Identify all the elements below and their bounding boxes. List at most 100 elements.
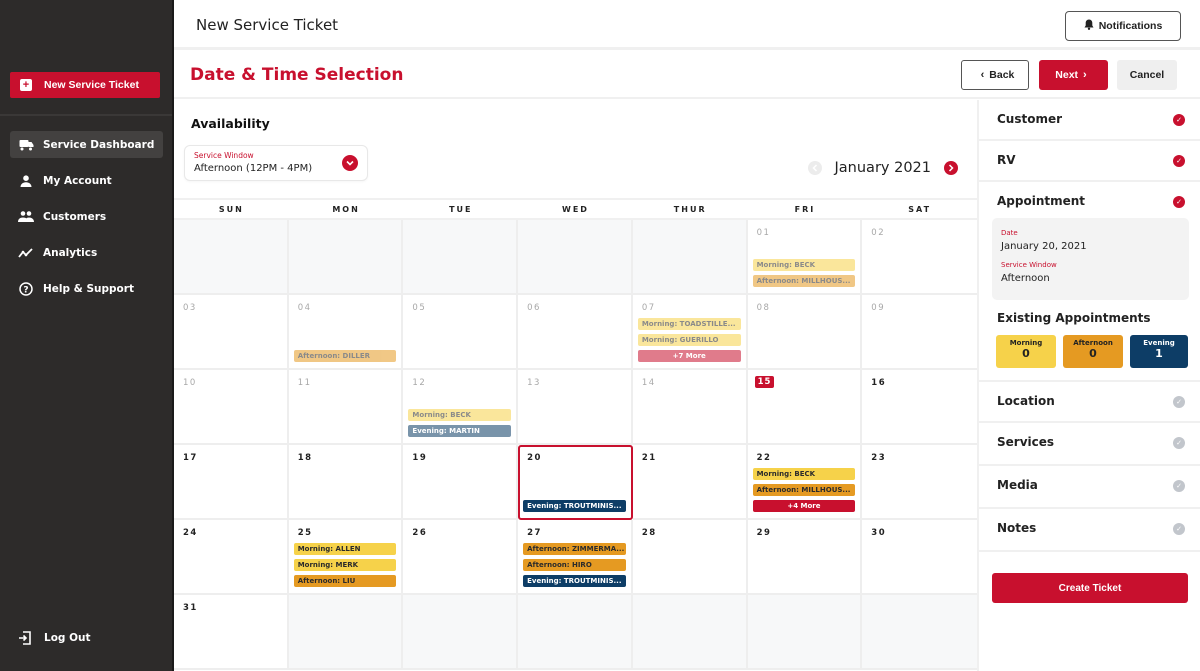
today-badge: 15 <box>754 376 775 388</box>
day-events: Evening: TROUTMINIS... <box>523 500 626 512</box>
section-title: Customer <box>997 112 1063 126</box>
calendar-day[interactable]: 15 <box>747 370 863 445</box>
calendar-day[interactable]: 09 <box>862 295 977 370</box>
event-chip[interactable]: Afternoon: LIU <box>293 575 397 587</box>
morning-label: Morning <box>1009 339 1043 347</box>
back-button[interactable]: ‹ Back <box>961 60 1029 90</box>
month-label: January 2021 <box>834 160 931 176</box>
calendar-day[interactable]: 10 <box>174 370 289 445</box>
calendar-day[interactable]: 13 <box>518 370 633 445</box>
calendar-day[interactable]: 07 Morning: TOADSTILLE... Morning: GUERILL… <box>632 295 748 370</box>
event-chip[interactable]: Evening: MARTIN <box>408 425 512 437</box>
step-header: Date & Time Selection ‹ Back Next › Canc… <box>174 53 1200 99</box>
calendar-day[interactable]: 23 <box>862 445 977 520</box>
afternoon-count-badge: Afternoon 0 <box>1063 335 1123 368</box>
sidebar-item-help-support[interactable]: ? Help & Support <box>10 275 163 302</box>
calendar-day[interactable]: 06 <box>518 295 633 370</box>
existing-appointments-title: Existing Appointments <box>997 311 1151 325</box>
svg-text:?: ? <box>23 285 28 295</box>
calendar-day[interactable]: 14 <box>632 370 748 445</box>
section-appointment[interactable]: Appointment ✓ <box>979 182 1200 223</box>
day-events: Morning: TOADSTILLE... Morning: GUERILLO +… <box>637 318 741 362</box>
calendar-empty-cell <box>288 595 404 670</box>
day-number: 11 <box>297 378 312 388</box>
event-chip[interactable]: Morning: GUERILLO <box>637 334 741 346</box>
next-button[interactable]: Next › <box>1039 60 1108 90</box>
check-circle-icon: ✓ <box>1173 523 1185 535</box>
section-media[interactable]: Media ✓ <box>979 466 1200 509</box>
sidebar: + New Service Ticket Service Dashboard M… <box>0 0 174 671</box>
calendar-day[interactable]: 17 <box>174 445 289 520</box>
event-chip[interactable]: Afternoon: MILLHOUS... <box>752 484 856 496</box>
event-chip[interactable]: Morning: BECK <box>752 468 856 480</box>
section-notes[interactable]: Notes ✓ <box>979 509 1200 552</box>
calendar-day[interactable]: 31 <box>174 595 289 670</box>
day-number: 13 <box>527 378 541 388</box>
more-events-button[interactable]: +4 More <box>752 500 856 512</box>
sidebar-item-label: Analytics <box>43 246 98 259</box>
day-events: Afternoon: DILLER <box>293 350 397 362</box>
calendar-day[interactable]: 20 Evening: TROUTMINIS... <box>518 445 633 520</box>
event-chip[interactable]: Morning: ALLEN <box>293 543 397 555</box>
calendar-day[interactable]: 28 <box>632 520 748 595</box>
next-month-button[interactable] <box>944 161 958 175</box>
sidebar-item-service-dashboard[interactable]: Service Dashboard <box>10 131 163 158</box>
event-chip[interactable]: Afternoon: HIRO <box>523 559 626 571</box>
calendar-day[interactable]: 02 <box>862 220 977 295</box>
event-chip[interactable]: Afternoon: ZIMMERMA... <box>523 543 626 555</box>
section-title: Appointment <box>997 194 1086 208</box>
calendar-day[interactable]: 30 <box>862 520 977 595</box>
event-chip[interactable]: Morning: MERK <box>293 559 397 571</box>
calendar-day[interactable]: 08 <box>747 295 863 370</box>
logout-button[interactable]: Log Out <box>18 631 91 645</box>
calendar-day[interactable]: 25 Morning: ALLEN Morning: MERK Afternoon: … <box>288 520 404 595</box>
day-number: 22 <box>756 453 772 463</box>
event-chip[interactable]: Evening: TROUTMINIS... <box>523 575 626 587</box>
calendar-day[interactable]: 26 <box>403 520 519 595</box>
calendar-day[interactable]: 16 <box>862 370 977 445</box>
calendar-day[interactable]: 11 <box>288 370 404 445</box>
event-chip[interactable]: Morning: BECK <box>408 409 512 421</box>
calendar-day[interactable]: 27 Afternoon: ZIMMERMA... Afternoon: HIRO E… <box>518 520 633 595</box>
calendar-empty-cell <box>632 595 748 670</box>
service-window-label: Service Window <box>194 151 254 160</box>
weekday-label: TUE <box>449 205 473 214</box>
prev-month-button[interactable] <box>807 161 822 175</box>
event-chip[interactable]: Afternoon: DILLER <box>293 350 397 362</box>
calendar-day[interactable]: 01 Morning: BECK Afternoon: MILLHOUS... <box>747 220 863 295</box>
new-service-ticket-button[interactable]: + New Service Ticket <box>10 72 160 98</box>
event-chip[interactable]: Morning: TOADSTILLE... <box>637 318 741 330</box>
sidebar-item-my-account[interactable]: My Account <box>10 167 163 194</box>
section-customer[interactable]: Customer ✓ <box>979 100 1200 141</box>
day-number: 21 <box>641 453 657 463</box>
calendar-day[interactable]: 21 <box>632 445 748 520</box>
cancel-button[interactable]: Cancel <box>1117 60 1177 90</box>
day-number: 29 <box>756 528 772 538</box>
section-services[interactable]: Services ✓ <box>979 423 1200 466</box>
more-events-button[interactable]: +7 More <box>637 350 741 362</box>
service-window-select[interactable]: Service Window Afternoon (12PM - 4PM) <box>184 145 368 181</box>
chart-line-icon <box>18 246 34 260</box>
calendar-day[interactable]: 03 <box>174 295 289 370</box>
calendar-day[interactable]: 19 <box>403 445 519 520</box>
calendar-day[interactable]: 24 <box>174 520 289 595</box>
event-chip[interactable]: Evening: TROUTMINIS... <box>523 500 626 512</box>
calendar-day[interactable]: 18 <box>288 445 404 520</box>
notifications-button[interactable]: Notifications <box>1065 11 1181 41</box>
event-chip[interactable]: Afternoon: MILLHOUS... <box>752 275 856 287</box>
day-number: 04 <box>297 303 312 313</box>
calendar-day[interactable]: 29 <box>747 520 863 595</box>
section-rv[interactable]: RV ✓ <box>979 141 1200 182</box>
day-number: 09 <box>871 303 886 313</box>
calendar-day[interactable]: 12 Morning: BECK Evening: MARTIN <box>403 370 519 445</box>
event-chip[interactable]: Morning: BECK <box>752 259 856 271</box>
calendar-day[interactable]: 05 <box>403 295 519 370</box>
create-ticket-button[interactable]: Create Ticket <box>992 573 1188 603</box>
next-label: Next <box>1055 69 1079 81</box>
sidebar-item-analytics[interactable]: Analytics <box>10 239 163 266</box>
calendar-day[interactable]: 04 Afternoon: DILLER <box>288 295 404 370</box>
calendar-day[interactable]: 22 Morning: BECK Afternoon: MILLHOUS... +4 … <box>747 445 863 520</box>
sidebar-item-customers[interactable]: Customers <box>10 203 163 230</box>
section-location[interactable]: Location ✓ <box>979 380 1200 423</box>
day-number: 23 <box>871 453 887 463</box>
